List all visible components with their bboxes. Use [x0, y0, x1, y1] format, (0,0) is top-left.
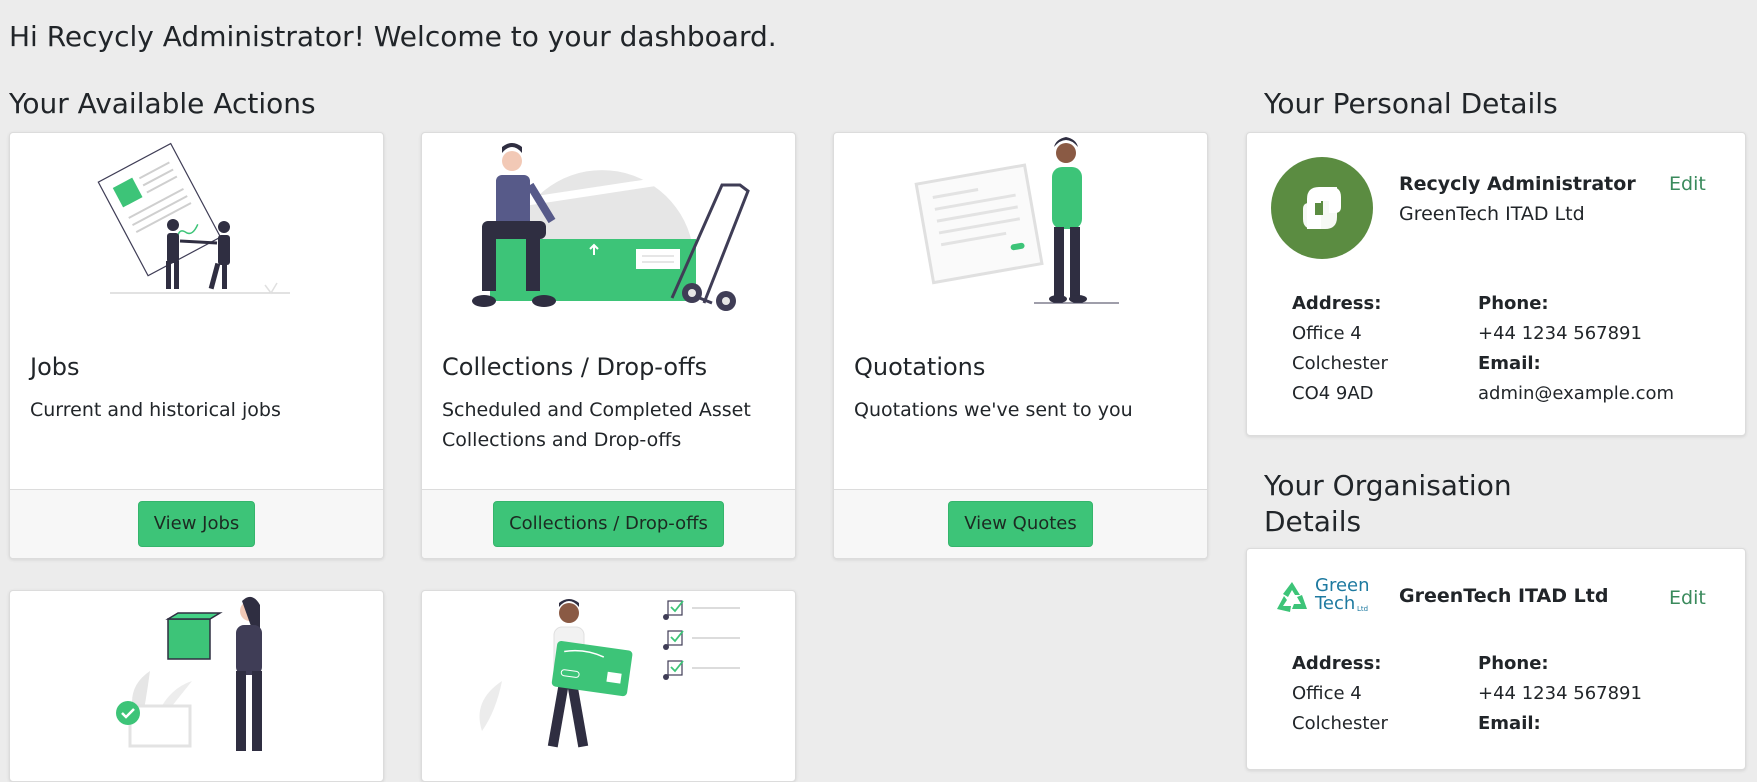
org-email-label: Email: [1478, 713, 1541, 734]
address-line-1: Office 4 [1292, 323, 1362, 344]
action-card-5 [421, 590, 796, 782]
card-title-quotations: Quotations [854, 353, 986, 381]
view-jobs-button[interactable]: View Jobs [137, 501, 256, 547]
quotations-card: Quotations Quotations we've sent to you … [833, 132, 1208, 559]
delivery-illustration-icon [116, 596, 262, 751]
collections-illustration-icon [472, 143, 750, 311]
organisation-name: GreenTech ITAD Ltd [1399, 585, 1609, 607]
address-label: Address: [1292, 293, 1382, 314]
email-value: admin@example.com [1478, 383, 1675, 404]
action-card-4 [9, 590, 384, 782]
card-description-collections: Scheduled and Completed Asset Collection… [442, 399, 751, 451]
collections-dropoffs-button[interactable]: Collections / Drop-offs [493, 501, 724, 547]
org-phone-label: Phone: [1478, 653, 1549, 674]
card-footer: View Quotes [834, 489, 1207, 558]
jobs-card: Jobs Current and historical jobs View Jo… [9, 132, 384, 559]
org-phone-value: +44 1234 567891 [1478, 683, 1642, 704]
card-footer: View Jobs [10, 489, 383, 558]
org-address-label: Address: [1292, 653, 1382, 674]
personal-organisation: GreenTech ITAD Ltd [1399, 203, 1585, 225]
organisation-title-line-1: Your Organisation [1264, 469, 1512, 502]
address-line-2: Colchester [1292, 353, 1388, 374]
recycle-icon [1277, 582, 1307, 612]
phone-label: Phone: [1478, 293, 1549, 314]
card-description-quotations: Quotations we've sent to you [854, 399, 1133, 421]
page-greeting: Hi Recycly Administrator! Welcome to you… [9, 20, 777, 53]
card-footer: Collections / Drop-offs [422, 489, 795, 558]
collections-card: Collections / Drop-offs Scheduled and Co… [421, 132, 796, 559]
recycly-logo-icon [1271, 157, 1373, 259]
phone-value: +44 1234 567891 [1478, 323, 1642, 344]
email-label: Email: [1478, 353, 1541, 374]
personal-name: Recycly Administrator [1399, 173, 1636, 195]
card-title-jobs: Jobs [30, 353, 80, 381]
personal-details-title: Your Personal Details [1264, 87, 1558, 120]
actions-section-title: Your Available Actions [9, 87, 316, 120]
edit-organisation-link[interactable]: Edit [1669, 587, 1706, 609]
edit-personal-link[interactable]: Edit [1669, 173, 1706, 195]
logo-text-tech: Tech [1315, 593, 1356, 614]
organisation-title-line-2: Details [1264, 505, 1362, 538]
personal-details-card: Recycly Administrator GreenTech ITAD Ltd… [1246, 132, 1746, 436]
card-title-collections: Collections / Drop-offs [442, 353, 708, 381]
card-description-jobs: Current and historical jobs [30, 399, 281, 421]
address-line-3: CO4 9AD [1292, 383, 1374, 404]
organisation-details-title: Your Organisation Details [1264, 468, 1512, 540]
greentech-logo: Green Tech Ltd [1273, 577, 1373, 619]
jobs-illustration-icon [97, 142, 290, 295]
logo-text-ltd: Ltd [1357, 605, 1369, 613]
org-address-line-2: Colchester [1292, 713, 1388, 734]
quotations-illustration-icon [914, 137, 1119, 304]
payment-illustration-icon [479, 599, 740, 748]
org-address-line-1: Office 4 [1292, 683, 1362, 704]
view-quotes-button[interactable]: View Quotes [948, 501, 1093, 547]
